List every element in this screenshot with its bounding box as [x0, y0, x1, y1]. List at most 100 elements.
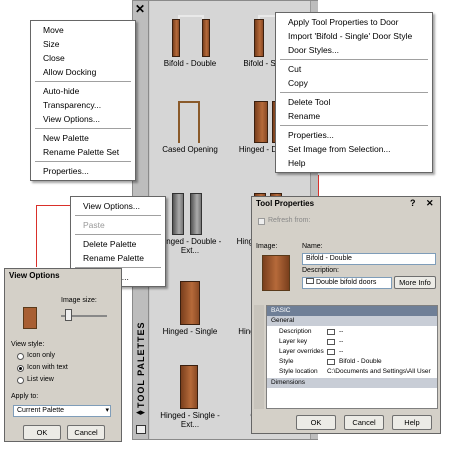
menu-separator: [35, 81, 131, 82]
property-row[interactable]: Style location C:\Documents and Settings…: [271, 367, 431, 377]
menu-separator: [35, 128, 131, 129]
text-field-icon: [306, 278, 314, 284]
view-options-dialog: View Options Image size: View style: Ico…: [4, 268, 122, 442]
menu-separator: [35, 161, 131, 162]
property-value: --: [339, 328, 344, 335]
menu-item-close[interactable]: Close: [31, 51, 135, 65]
property-row[interactable]: Layer overrides --: [271, 347, 429, 357]
cancel-button[interactable]: Cancel: [67, 425, 105, 440]
tool-bifold-double[interactable]: Bifold - Double: [154, 9, 226, 68]
menu-separator: [280, 125, 428, 126]
resize-arrows-icon[interactable]: ◂▸: [136, 407, 145, 418]
menu-item-transparency[interactable]: Transparency...: [31, 98, 135, 112]
apply-to-value: Current Palette: [17, 407, 65, 414]
apply-to-label: Apply to:: [11, 393, 39, 400]
callout-line: [36, 205, 70, 206]
callout-line: [318, 175, 319, 197]
name-label: Name:: [302, 243, 323, 250]
property-key: Style: [279, 358, 294, 365]
property-value: C:\Documents and Settings\All User...: [327, 368, 431, 375]
tool-hinged-single-ext-2[interactable]: Hinged - Single - Ext...: [154, 361, 226, 429]
property-value: Bifold - Double: [339, 358, 382, 365]
property-value: --: [339, 348, 344, 355]
callout-line: [36, 205, 37, 267]
dialog-title: View Options: [9, 271, 60, 280]
menu-item-import-door-style[interactable]: Import 'Bifold - Single' Door Style: [276, 29, 432, 43]
menu-item-new-palette[interactable]: New Palette: [31, 131, 135, 145]
image-label: Image:: [256, 243, 278, 250]
menu-item-rename-palette-set[interactable]: Rename Palette Set: [31, 145, 135, 159]
layer-icon: [327, 349, 335, 355]
menu-item-properties[interactable]: Properties...: [31, 164, 135, 178]
section-basic[interactable]: BASIC: [267, 306, 437, 316]
tool-image-door-icon[interactable]: [262, 255, 290, 291]
radio-icon-only[interactable]: [17, 353, 24, 360]
menu-item-door-styles[interactable]: Door Styles...: [276, 43, 432, 57]
property-grid: BASIC General Description -- Layer key -…: [266, 305, 438, 409]
property-key: Layer key: [279, 338, 308, 345]
menu-item-copy[interactable]: Copy: [276, 76, 432, 90]
property-row[interactable]: Description --: [271, 327, 429, 337]
menu-item-set-image[interactable]: Set Image from Selection...: [276, 142, 432, 156]
menu-item-rename-palette[interactable]: Rename Palette: [71, 251, 165, 265]
tool-cased-opening[interactable]: Cased Opening: [154, 95, 226, 154]
radio-label: List view: [27, 376, 54, 383]
tool-label: Bifold - Double: [163, 59, 217, 68]
menu-item-auto-hide[interactable]: Auto-hide: [31, 84, 135, 98]
menu-item-rename[interactable]: Rename: [276, 109, 432, 123]
property-key: Layer overrides: [279, 348, 324, 355]
view-style-label: View style:: [11, 341, 45, 348]
more-info-button[interactable]: More Info: [394, 276, 436, 289]
menu-item-size[interactable]: Size: [31, 37, 135, 51]
section-general[interactable]: General: [267, 316, 437, 326]
radio-icon-with-text[interactable]: [17, 365, 24, 372]
description-label: Description:: [302, 267, 339, 274]
ok-button[interactable]: OK: [23, 425, 61, 440]
close-icon[interactable]: ✕: [135, 3, 145, 15]
menu-item-view-options[interactable]: View Options...: [71, 199, 165, 213]
menu-item-view-options[interactable]: View Options...: [31, 112, 135, 126]
hinged-single-ext-door-icon: [154, 361, 226, 411]
ok-button[interactable]: OK: [296, 415, 336, 430]
slider-thumb[interactable]: [64, 309, 72, 321]
menu-item-delete-palette[interactable]: Delete Palette: [71, 237, 165, 251]
radio-list-view[interactable]: [17, 377, 24, 384]
menu-item-apply-tool-properties[interactable]: Apply Tool Properties to Door: [276, 15, 432, 29]
refresh-checkbox[interactable]: [258, 218, 265, 225]
image-size-label: Image size:: [61, 297, 97, 304]
property-row[interactable]: Style Bifold - Double: [271, 357, 429, 367]
description-input[interactable]: Double bifold doors: [302, 277, 392, 289]
style-icon: [327, 359, 335, 365]
section-dimensions[interactable]: Dimensions: [267, 378, 437, 388]
menu-item-cut[interactable]: Cut: [276, 62, 432, 76]
cased-opening-icon: [154, 95, 226, 145]
palette-title: TOOL PALETTES: [136, 321, 146, 408]
tool-properties-dialog: Tool Properties ? ✕ Refresh from: Image:…: [251, 196, 441, 434]
menu-item-help[interactable]: Help: [276, 156, 432, 170]
menu-item-delete-tool[interactable]: Delete Tool: [276, 95, 432, 109]
chevron-down-icon: ▾: [105, 407, 109, 414]
menu-item-move[interactable]: Move: [31, 23, 135, 37]
menu-separator: [75, 234, 161, 235]
menu-separator: [75, 215, 161, 216]
help-button[interactable]: Help: [392, 415, 432, 430]
palette-properties-icon[interactable]: [136, 425, 146, 434]
help-icon[interactable]: ?: [410, 198, 416, 208]
palette-set-context-menu: Move Size Close Allow Docking Auto-hide …: [30, 20, 136, 181]
close-icon[interactable]: ✕: [426, 198, 434, 209]
tool-label: Hinged - Single: [162, 327, 218, 336]
menu-item-properties[interactable]: Properties...: [276, 128, 432, 142]
property-row[interactable]: Layer key --: [271, 337, 429, 347]
apply-to-select[interactable]: Current Palette ▾: [13, 405, 111, 417]
cancel-button[interactable]: Cancel: [344, 415, 384, 430]
menu-separator: [280, 59, 428, 60]
bifold-double-door-icon: [154, 9, 226, 59]
radio-label: Icon only: [27, 352, 56, 359]
name-input[interactable]: Bifold - Double: [302, 253, 436, 265]
property-grid-sidebar: [254, 305, 264, 409]
menu-item-allow-docking[interactable]: Allow Docking: [31, 65, 135, 79]
text-field-icon: [327, 329, 335, 335]
property-key: Style location: [279, 368, 318, 375]
tool-label: Hinged - Single - Ext...: [160, 411, 220, 429]
preview-door-icon: [23, 307, 37, 329]
